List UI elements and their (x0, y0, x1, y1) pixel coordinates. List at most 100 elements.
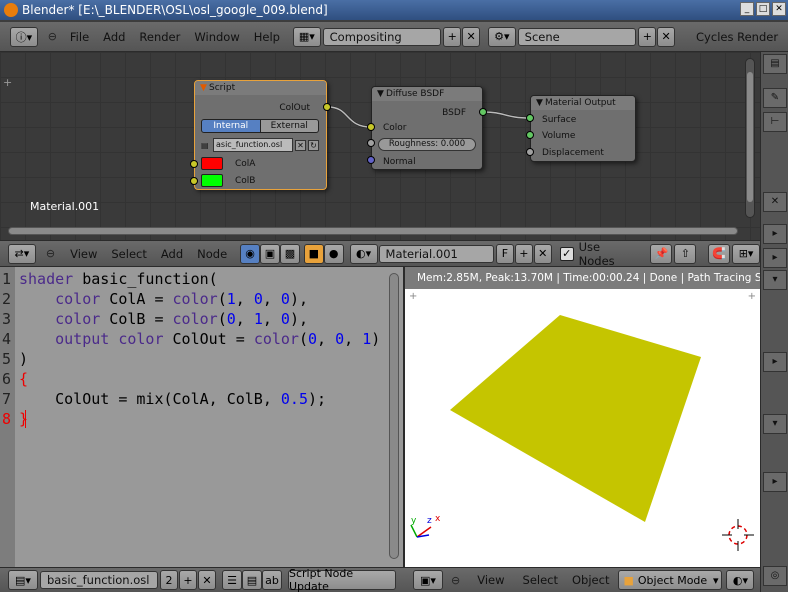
minimize-button[interactable]: _ (740, 2, 754, 16)
node-editor[interactable]: ▼ Script ColOut Internal External ▤ asic… (0, 52, 760, 240)
remove-scene-button[interactable]: ✕ (657, 26, 676, 47)
menu-help[interactable]: Help (247, 30, 287, 44)
collapse-node-icon[interactable]: ▼ (200, 81, 207, 95)
normal-input-socket[interactable] (367, 156, 375, 164)
line-numbers-toggle-icon[interactable]: ☰ (222, 570, 242, 590)
word-wrap-toggle-icon[interactable]: ▤ (242, 570, 262, 590)
mode-external-toggle[interactable]: External (260, 119, 319, 133)
object-mode-dropdown[interactable]: ■ Object Mode ▾ (618, 570, 723, 590)
node-tool-icon[interactable]: ⊢ (763, 112, 787, 132)
maximize-button[interactable]: □ (756, 2, 770, 16)
toolshelf-toggle-icon[interactable]: + (3, 76, 12, 89)
script-output-socket[interactable] (323, 103, 331, 111)
script-node[interactable]: ▼ Script ColOut Internal External ▤ asic… (194, 80, 327, 190)
menu-add[interactable]: Add (96, 30, 132, 44)
text-users-count[interactable]: 2 (160, 570, 178, 590)
compositing-nodes-icon[interactable]: ▣ (260, 243, 280, 264)
unlink-text-button[interactable]: ✕ (198, 570, 216, 590)
scene-field[interactable]: Scene (517, 27, 637, 46)
material-browse-icon[interactable]: ◐▾ (349, 243, 378, 264)
roughness-input-socket[interactable] (367, 139, 375, 147)
script-name-field[interactable]: asic_function.osl (213, 138, 293, 152)
material-field[interactable]: Material.001 (378, 244, 494, 263)
info-editor-type-button[interactable]: ⓘ▾ (10, 26, 38, 47)
object-shader-icon[interactable]: ■ (303, 243, 324, 264)
text-datablock-field[interactable]: basic_function.osl (40, 571, 158, 589)
unlink-script-button[interactable]: ✕ (295, 139, 306, 151)
text-editor-type-button[interactable]: ▤▾ (8, 570, 38, 590)
render-viewport[interactable]: Mem:2.85M, Peak:13.70M | Time:00:00.24 |… (403, 267, 760, 567)
cola-input-socket[interactable] (190, 160, 198, 168)
collapse-node-icon[interactable]: ▼ (377, 87, 384, 101)
bsdf-output-socket[interactable] (479, 108, 487, 116)
chevron-down-icon[interactable]: ▾ (763, 270, 787, 290)
node-editor-hscroll[interactable] (8, 227, 738, 235)
menu-object[interactable]: Object (565, 573, 616, 587)
eyedropper-icon[interactable]: ✎ (763, 88, 787, 108)
add-screen-button[interactable]: + (443, 26, 462, 47)
use-nodes-checkbox[interactable]: ✓ (559, 246, 574, 261)
remove-screen-button[interactable]: ✕ (462, 26, 480, 47)
shader-nodes-icon[interactable]: ◉ (240, 243, 261, 264)
snap-icon[interactable]: 🧲 (708, 243, 731, 264)
menu-window[interactable]: Window (187, 30, 246, 44)
add-scene-button[interactable]: + (638, 26, 657, 47)
add-material-button[interactable]: + (514, 243, 533, 264)
material-output-node[interactable]: ▼ Material Output Surface Volume Displac… (530, 95, 636, 162)
mode-internal-toggle[interactable]: Internal (201, 119, 261, 133)
roughness-slider[interactable]: Roughness: 0.000 (378, 138, 476, 151)
output-node-header[interactable]: ▼ Material Output (531, 96, 635, 110)
scene-icon[interactable]: ⚙▾ (487, 26, 516, 47)
chevron-right-icon[interactable]: ▸ (763, 472, 787, 492)
close-button[interactable]: ✕ (772, 2, 786, 16)
text-editor[interactable]: 1 shader basic_function( 2 color ColA = c… (0, 267, 403, 567)
chevron-right-icon[interactable]: ▸ (763, 248, 787, 268)
menu-file[interactable]: File (63, 30, 96, 44)
node-editor-vscroll-thumb[interactable] (747, 72, 753, 202)
text-editor-scrollbar[interactable] (389, 273, 399, 559)
menu-render[interactable]: Render (132, 30, 187, 44)
side-tab-button[interactable]: ▤ (763, 54, 787, 74)
menu-add[interactable]: Add (154, 247, 190, 261)
diffuse-node-header[interactable]: ▼ Diffuse BSDF (372, 87, 482, 101)
cola-color-swatch[interactable] (201, 157, 223, 170)
world-shader-icon[interactable]: ● (323, 243, 344, 264)
chevron-right-icon[interactable]: ▸ (763, 352, 787, 372)
settings-icon[interactable]: ◎ (763, 566, 787, 586)
unlink-material-button[interactable]: ✕ (533, 243, 552, 264)
diffuse-bsdf-node[interactable]: ▼ Diffuse BSDF BSDF Color Roughness: 0.0… (371, 86, 483, 170)
fake-user-button[interactable]: F (495, 243, 514, 264)
menu-view[interactable]: View (470, 573, 511, 587)
chevron-right-icon[interactable]: ▸ (763, 224, 787, 244)
snap-element-icon[interactable]: ⊞▾ (732, 243, 760, 264)
menu-node[interactable]: Node (190, 247, 234, 261)
chevron-down-icon[interactable]: ▾ (763, 414, 787, 434)
node-editor-type-button[interactable]: ⇄▾ (8, 243, 36, 264)
render-engine-dropdown[interactable]: Cycles Render (689, 28, 788, 46)
collapse-menu-icon[interactable]: ⊖ (48, 30, 57, 43)
texture-nodes-icon[interactable]: ▩ (279, 243, 300, 264)
color-input-socket[interactable] (367, 123, 375, 131)
colb-color-swatch[interactable] (201, 174, 223, 187)
script-node-update-button[interactable]: Script Node Update (288, 567, 396, 592)
reload-script-button[interactable]: ↻ (308, 139, 319, 151)
close-side-icon[interactable]: ✕ (763, 192, 787, 212)
pin-icon[interactable]: 📌 (650, 243, 673, 264)
volume-input-socket[interactable] (526, 131, 534, 139)
screen-layout-icon[interactable]: ▦▾ (292, 26, 321, 47)
displacement-input-socket[interactable] (526, 148, 534, 156)
screen-layout-field[interactable]: Compositing (322, 27, 442, 46)
go-parent-icon[interactable]: ⇧ (674, 243, 697, 264)
3d-view-type-button[interactable]: ▣▾ (413, 570, 443, 590)
new-text-button[interactable]: + (179, 570, 197, 590)
menu-select[interactable]: Select (516, 573, 565, 587)
collapse-menu-icon[interactable]: ⊖ (46, 247, 55, 260)
collapse-menu-icon[interactable]: ⊖ (451, 574, 460, 587)
script-node-header[interactable]: ▼ Script (195, 81, 326, 95)
surface-input-socket[interactable] (526, 114, 534, 122)
viewport-shading-button[interactable]: ◐▾ (726, 570, 755, 590)
syntax-highlight-toggle-icon[interactable]: ab (262, 570, 282, 590)
menu-select[interactable]: Select (104, 247, 153, 261)
menu-view[interactable]: View (63, 247, 104, 261)
colb-input-socket[interactable] (190, 177, 198, 185)
